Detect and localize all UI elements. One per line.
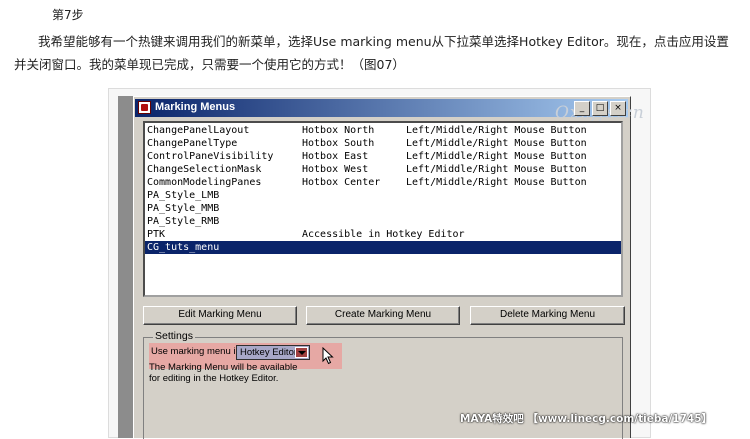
background-viewport-strip [118,96,133,438]
list-item[interactable]: ChangePanelType Hotbox South Left/Middle/R… [145,137,621,150]
settings-info-line-2: for editing in the Hotkey Editor. [149,373,279,384]
menu-name: ChangeSelectionMask [147,164,262,175]
minimize-button[interactable]: _ [574,101,590,116]
menu-name: PA_Style_RMB [147,216,220,227]
menu-name: ChangePanelLayout [147,125,250,136]
list-item[interactable]: ControlPaneVisibility Hotbox East Left/Mid… [145,150,621,163]
menu-name: CommonModelingPanes [147,177,262,188]
article-paragraph: 我希望能够有一个热键来调用我们的新菜单，选择Use marking menu从下… [14,34,729,72]
settings-legend: Settings [153,330,195,342]
list-item[interactable]: PA_Style_MMB [145,202,621,215]
menu-location: Accessible in Hotkey Editor [302,229,465,240]
settings-info: The Marking Menu will be available for e… [149,362,297,384]
close-button[interactable]: × [610,101,626,116]
menu-trigger: Left/Middle/Right Mouse Button [406,138,587,149]
menu-trigger: Left/Middle/Right Mouse Button [406,125,587,136]
create-marking-menu-button[interactable]: Create Marking Menu [306,306,460,325]
menu-location: Hotbox West [302,164,369,175]
menu-location: Hotbox Center [302,177,381,188]
settings-info-line-1: The Marking Menu will be available [149,362,298,373]
list-item[interactable]: PA_Style_RMB [145,215,621,228]
menu-name: CG_tuts_menu [147,242,220,253]
marking-menu-list[interactable]: ChangePanelLayout Hotbox North Left/Middle… [143,121,623,297]
source-credit: MAYA特效吧 【www.linecg.com/tieba/1745】 [460,413,713,425]
window-title: Marking Menus [155,101,236,113]
menu-trigger: Left/Middle/Right Mouse Button [406,164,587,175]
menu-location: Hotbox South [302,138,375,149]
menu-trigger: Left/Middle/Right Mouse Button [406,177,587,188]
dropdown-selected-value: Hotkey Editor [240,347,298,358]
list-item-selected[interactable]: CG_tuts_menu [145,241,621,254]
window-titlebar[interactable]: Marking Menus Oxeffs.cn _ □ × [135,99,644,123]
window-controls: _ □ × [574,101,626,116]
menu-name: PTK [147,229,166,240]
menu-trigger: Left/Middle/Right Mouse Button [406,151,587,162]
list-item[interactable]: ChangePanelLayout Hotbox North Left/Middle… [145,124,621,137]
edit-marking-menu-button[interactable]: Edit Marking Menu [143,306,297,325]
maximize-button[interactable]: □ [592,101,608,116]
mouse-cursor-icon [322,347,334,365]
marking-menus-window: Marking Menus Oxeffs.cn _ □ × ChangePane… [133,96,644,439]
menu-name: ControlPaneVisibility [147,151,274,162]
list-item[interactable]: ChangeSelectionMask Hotbox West Left/Middl… [145,163,621,176]
list-item[interactable]: PTK Accessible in Hotkey Editor [145,228,621,241]
use-marking-menu-dropdown[interactable]: Hotkey Editor [236,345,310,360]
list-item[interactable]: PA_Style_LMB [145,189,621,202]
use-marking-menu-label: Use marking menu in: [151,346,244,357]
menu-name: ChangePanelType [147,138,238,149]
chevron-down-icon[interactable] [295,347,308,358]
list-item[interactable]: CommonModelingPanes Hotbox Center Left/Mid… [145,176,621,189]
delete-marking-menu-button[interactable]: Delete Marking Menu [470,306,625,325]
menu-name: PA_Style_MMB [147,203,220,214]
menu-location: Hotbox East [302,151,369,162]
step-title: 第7步 [52,8,84,22]
maya-app-icon [138,101,151,114]
menu-name: PA_Style_LMB [147,190,220,201]
menu-location: Hotbox North [302,125,375,136]
